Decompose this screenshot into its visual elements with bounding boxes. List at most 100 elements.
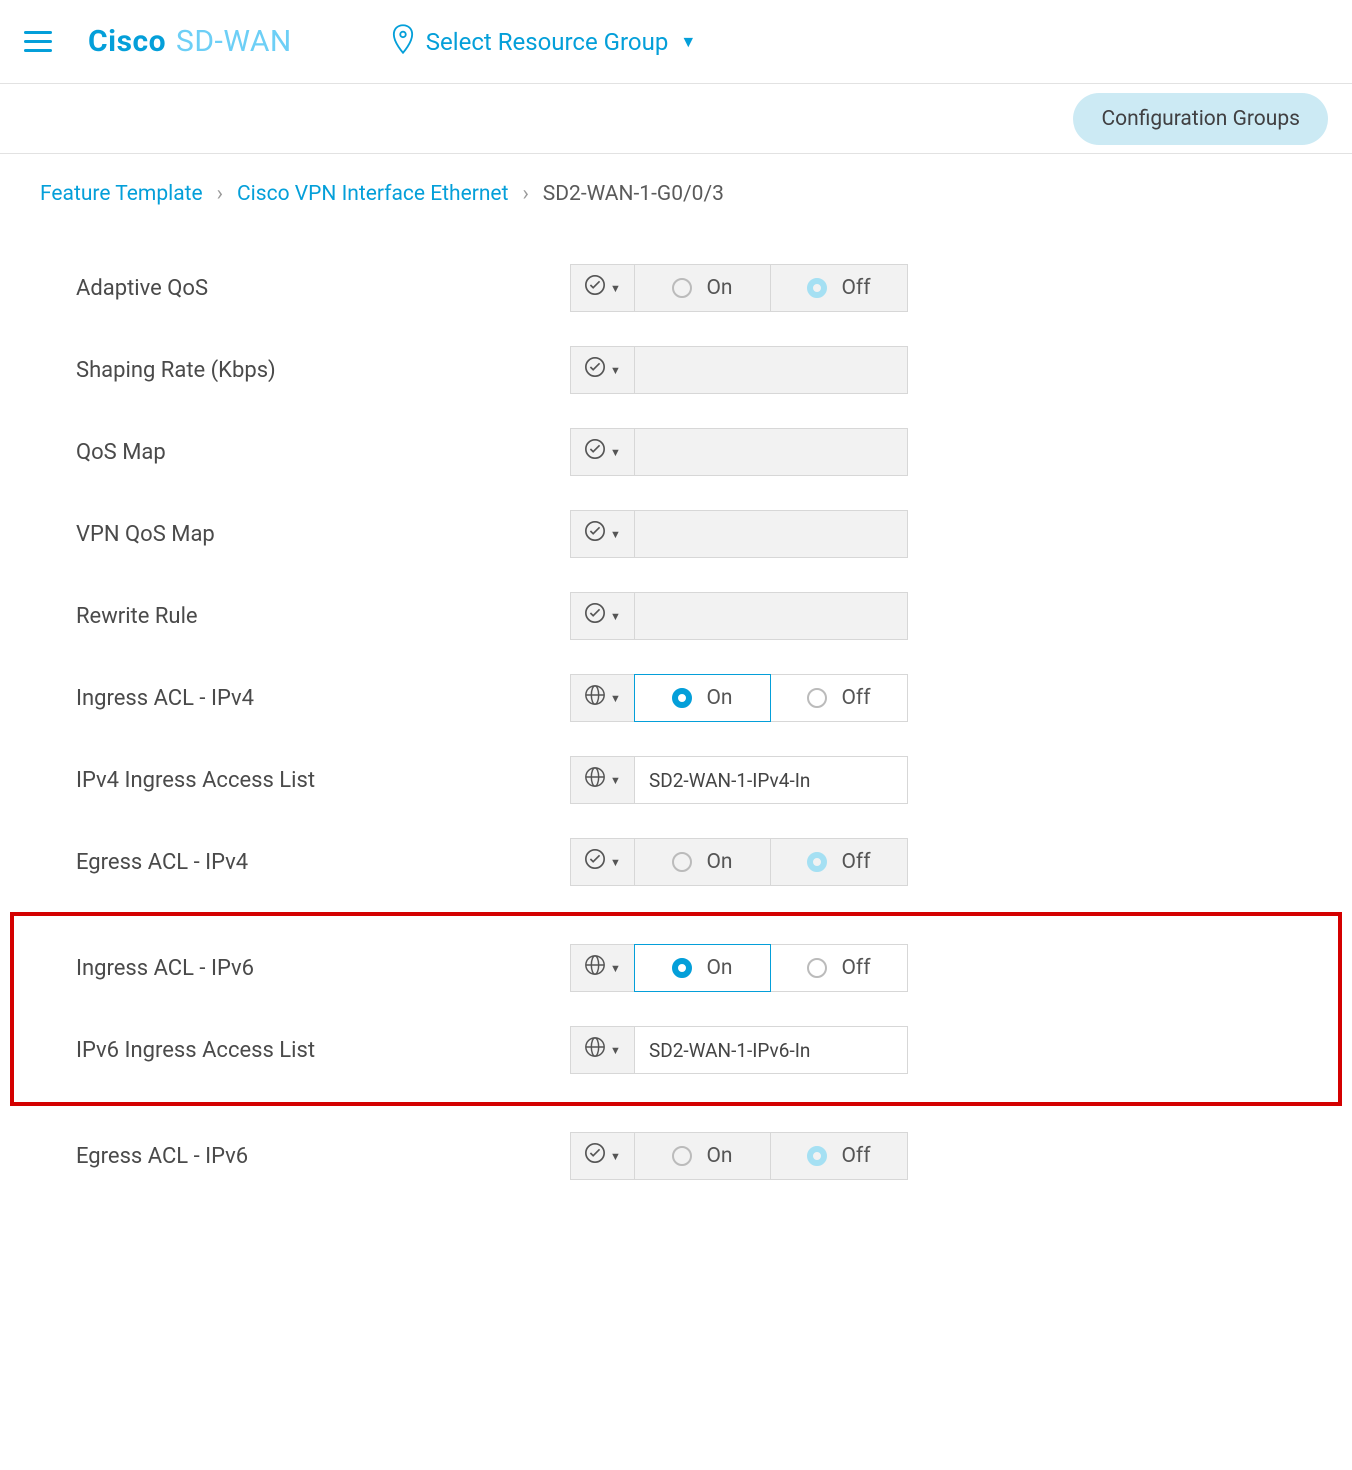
- row-rewrite-rule: Rewrite Rule▼: [40, 576, 1312, 656]
- caret-down-icon: ▼: [680, 32, 696, 52]
- rewrite-rule-mode-dropdown[interactable]: ▼: [570, 592, 634, 640]
- caret-down-icon: ▼: [610, 282, 621, 295]
- ipv6-ingress-access-list-controls: ▼: [570, 1026, 908, 1074]
- egress-acl-ipv6-label: Egress ACL - IPv6: [40, 1144, 570, 1169]
- breadcrumb-item[interactable]: Cisco VPN Interface Ethernet: [237, 182, 508, 206]
- globe-icon: [584, 954, 606, 982]
- check-circle-icon: [584, 848, 606, 876]
- off-label: Off: [841, 276, 870, 300]
- row-ingress-acl-ipv4: Ingress ACL - IPv4▼ On Off: [40, 658, 1312, 738]
- off-label: Off: [841, 956, 870, 980]
- radio-icon: [807, 688, 827, 708]
- check-circle-icon: [584, 274, 606, 302]
- sub-bar: Configuration Groups: [0, 84, 1352, 154]
- shaping-rate-input: [634, 346, 908, 394]
- ingress-acl-ipv4-mode-dropdown[interactable]: ▼: [570, 674, 634, 722]
- breadcrumb-item[interactable]: Feature Template: [40, 182, 203, 206]
- qos-map-label: QoS Map: [40, 440, 570, 465]
- caret-down-icon: ▼: [610, 610, 621, 623]
- radio-icon: [672, 688, 692, 708]
- vpn-qos-map-mode-dropdown[interactable]: ▼: [570, 510, 634, 558]
- resource-group-selector[interactable]: Select Resource Group ▼: [392, 24, 696, 60]
- globe-icon: [584, 684, 606, 712]
- row-qos-map: QoS Map▼: [40, 412, 1312, 492]
- row-vpn-qos-map: VPN QoS Map▼: [40, 494, 1312, 574]
- caret-down-icon: ▼: [610, 774, 621, 787]
- ipv6-ingress-access-list-label: IPv6 Ingress Access List: [40, 1038, 570, 1063]
- on-label: On: [706, 956, 732, 980]
- ipv4-ingress-access-list-input[interactable]: [634, 756, 908, 804]
- radio-icon: [807, 852, 827, 872]
- ipv6-ingress-access-list-input[interactable]: [634, 1026, 908, 1074]
- ingress-acl-ipv6-on-option[interactable]: On: [634, 944, 771, 992]
- caret-down-icon: ▼: [610, 1044, 621, 1057]
- row-ingress-acl-ipv6: Ingress ACL - IPv6▼OnOff: [40, 928, 1312, 1008]
- row-adaptive-qos: Adaptive QoS ▼ OnOff: [40, 248, 1312, 328]
- breadcrumb: Feature Template › Cisco VPN Interface Eth…: [0, 154, 1352, 216]
- shaping-rate-label: Shaping Rate (Kbps): [40, 358, 570, 383]
- qos-map-mode-dropdown[interactable]: ▼: [570, 428, 634, 476]
- ingress-acl-ipv6-off-option[interactable]: Off: [771, 944, 908, 992]
- caret-down-icon: ▼: [610, 962, 621, 975]
- ipv4-ingress-access-list-mode-dropdown[interactable]: ▼: [570, 756, 634, 804]
- radio-icon: [807, 278, 827, 298]
- qos-map-controls: ▼: [570, 428, 908, 476]
- radio-icon: [672, 958, 692, 978]
- ingress-acl-ipv4-label: Ingress ACL - IPv4: [40, 686, 570, 711]
- highlight-box: Ingress ACL - IPv6▼OnOffIPv6 Ingress Acc…: [10, 912, 1342, 1106]
- shaping-rate-controls: ▼: [570, 346, 908, 394]
- egress-acl-ipv4-controls: ▼ OnOff: [570, 838, 908, 886]
- hamburger-menu-button[interactable]: [24, 24, 60, 60]
- brand-cisco: Cisco: [88, 24, 166, 59]
- check-circle-icon: [584, 520, 606, 548]
- breadcrumb-separator-icon: ›: [217, 182, 223, 206]
- form-area: Adaptive QoS▼OnOffShaping Rate (Kbps)▼Qo…: [0, 216, 1352, 1258]
- on-label: On: [706, 1144, 732, 1168]
- brand-product: SD-WAN: [176, 24, 292, 59]
- configuration-groups-button[interactable]: Configuration Groups: [1073, 93, 1328, 145]
- radio-icon: [672, 1146, 692, 1166]
- check-circle-icon: [584, 438, 606, 466]
- radio-icon: [807, 1146, 827, 1166]
- row-shaping-rate: Shaping Rate (Kbps)▼: [40, 330, 1312, 410]
- row-ipv6-ingress-access-list: IPv6 Ingress Access List ▼: [40, 1010, 1312, 1090]
- qos-map-input: [634, 428, 908, 476]
- egress-acl-ipv6-onoff: On Off: [634, 1132, 908, 1180]
- egress-acl-ipv6-off-option: Off: [771, 1132, 908, 1180]
- ipv4-ingress-access-list-controls: ▼: [570, 756, 908, 804]
- ingress-acl-ipv6-mode-dropdown[interactable]: ▼: [570, 944, 634, 992]
- egress-acl-ipv4-onoff: OnOff: [634, 838, 908, 886]
- ipv6-ingress-access-list-mode-dropdown[interactable]: ▼: [570, 1026, 634, 1074]
- adaptive-qos-mode-dropdown[interactable]: ▼: [570, 264, 634, 312]
- adaptive-qos-label: Adaptive QoS: [40, 276, 570, 301]
- egress-acl-ipv4-off-option: Off: [771, 838, 908, 886]
- egress-acl-ipv4-mode-dropdown[interactable]: ▼: [570, 838, 634, 886]
- ingress-acl-ipv6-onoff: On Off: [634, 944, 908, 992]
- breadcrumb-item: SD2-WAN-1-G0/0/3: [543, 182, 724, 206]
- ingress-acl-ipv4-controls: ▼ On Off: [570, 674, 908, 722]
- egress-acl-ipv6-mode-dropdown[interactable]: ▼: [570, 1132, 634, 1180]
- egress-acl-ipv6-controls: ▼ On Off: [570, 1132, 908, 1180]
- row-egress-acl-ipv6: Egress ACL - IPv6 ▼ On Off: [40, 1116, 1312, 1196]
- rewrite-rule-controls: ▼: [570, 592, 908, 640]
- off-label: Off: [841, 686, 870, 710]
- ingress-acl-ipv4-off-option[interactable]: Off: [771, 674, 908, 722]
- shaping-rate-mode-dropdown[interactable]: ▼: [570, 346, 634, 394]
- on-label: On: [706, 686, 732, 710]
- breadcrumb-separator-icon: ›: [522, 182, 528, 206]
- radio-icon: [672, 278, 692, 298]
- check-circle-icon: [584, 356, 606, 384]
- caret-down-icon: ▼: [610, 1150, 621, 1163]
- egress-acl-ipv6-on-option: On: [634, 1132, 771, 1180]
- ingress-acl-ipv4-on-option[interactable]: On: [634, 674, 771, 722]
- check-circle-icon: [584, 1142, 606, 1170]
- adaptive-qos-onoff: OnOff: [634, 264, 908, 312]
- vpn-qos-map-input: [634, 510, 908, 558]
- caret-down-icon: ▼: [610, 856, 621, 869]
- location-pin-icon: [392, 24, 414, 60]
- row-egress-acl-ipv4: Egress ACL - IPv4 ▼ OnOff: [40, 822, 1312, 902]
- top-bar: Cisco SD-WAN Select Resource Group ▼: [0, 0, 1352, 84]
- egress-acl-ipv4-label: Egress ACL - IPv4: [40, 850, 570, 875]
- off-label: Off: [841, 850, 870, 874]
- vpn-qos-map-controls: ▼: [570, 510, 908, 558]
